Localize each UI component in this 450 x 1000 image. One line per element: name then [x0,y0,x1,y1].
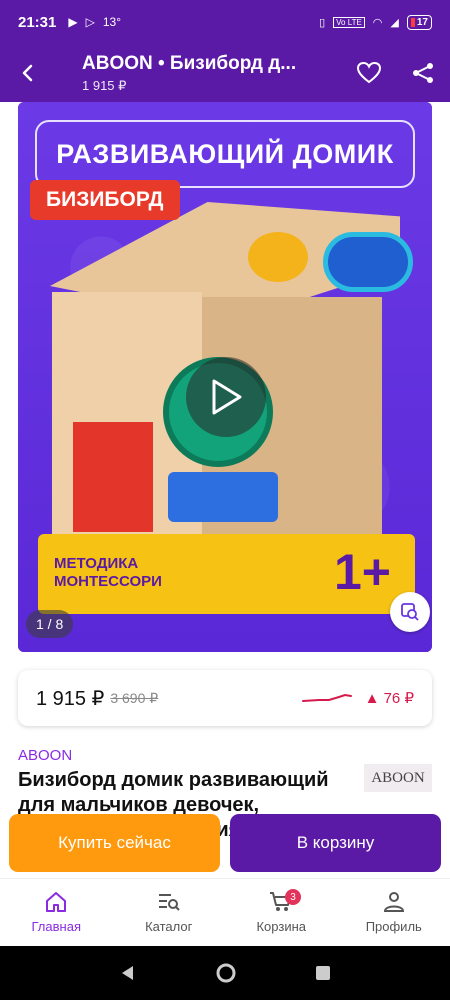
system-home-icon[interactable] [215,962,237,984]
title-block: ABOON • Бизиборд д... 1 915 ₽ [56,53,342,94]
price-card[interactable]: 1 915 ₽ 3 690 ₽ ▲ 76 ₽ [18,670,432,726]
back-arrow-icon [22,64,33,82]
image-search-icon [401,603,419,621]
battery-level: 17 [416,16,428,28]
old-price: 3 690 ₽ [110,689,159,706]
nav-label-catalog: Каталог [145,919,193,934]
wifi-icon: ◠ [372,16,383,29]
signal-icon: ◢ [390,16,399,29]
notification-icon: ▶ [68,15,78,29]
system-back-icon[interactable] [119,964,137,982]
add-to-cart-button[interactable]: В корзину [230,814,441,872]
favorite-button[interactable] [342,44,396,102]
battery-icon: 17 [406,14,432,30]
nav-label-profile: Профиль [365,919,422,934]
price-trend-sparkline [301,693,352,702]
status-right-icons: ▯ Vo LTE ◠ ◢ 17 [319,14,432,30]
status-bar: 21:31 ▶ ▷ 13° ▯ Vo LTE ◠ ◢ 17 [0,0,450,44]
method-line-1: МЕТОДИКА [54,555,139,572]
profile-icon [383,892,404,912]
nav-item-cart[interactable]: 3 Корзина [225,879,338,946]
hero-method-text: МЕТОДИКА МОНТЕССОРИ [54,555,162,591]
cart-badge: 3 [285,889,301,905]
seller-logo[interactable]: ABOON [364,764,432,792]
share-icon [413,63,433,83]
buy-now-button[interactable]: Купить сейчас [9,814,220,872]
back-button[interactable] [0,44,56,102]
hero-headline: РАЗВИВАЮЩИЙ ДОМИК [35,120,415,188]
method-line-2: МОНТЕССОРИ [54,573,162,590]
gallery-page-counter: 1 / 8 [26,610,74,638]
status-left-icons: ▶ ▷ 13° [68,15,121,29]
product-gallery[interactable]: РАЗВИВАЮЩИЙ ДОМИК БИЗИБОРД МЕТОДИКА МОНТ… [18,102,432,652]
play-notification-icon: ▷ [85,15,95,29]
tractor-decoration [168,472,278,522]
heart-icon [357,62,381,84]
app-screen: 21:31 ▶ ▷ 13° ▯ Vo LTE ◠ ◢ 17 ABOON • Би… [0,0,450,1000]
seller-link[interactable]: ABOON [18,747,72,764]
nav-label-home: Главная [31,919,81,934]
windmill-decoration [73,422,153,532]
status-temperature: 13° [102,15,121,29]
catalog-icon [158,894,180,911]
age-label: 1+ [334,544,392,600]
vibrate-icon: ▯ [319,16,326,29]
play-icon [212,379,242,415]
page-title: ABOON • Бизиборд д... [82,52,297,74]
home-icon [46,892,67,912]
cloud-decoration [323,232,413,292]
sun-gear-decoration [248,232,308,282]
bottom-navigation: Главная Каталог 3 Корзина Профиль [0,878,450,946]
nav-item-catalog[interactable]: Каталог [113,879,226,946]
app-bar: ABOON • Бизиборд д... 1 915 ₽ [0,44,450,102]
volte-icon: Vo LTE [333,16,365,28]
price-change: ▲ 76 ₽ [364,690,414,707]
page-subtitle-price: 1 915 ₽ [82,77,127,93]
status-time: 21:31 [18,13,57,31]
nav-label-cart: Корзина [256,919,307,934]
nav-item-home[interactable]: Главная [0,879,113,946]
visual-search-button[interactable] [390,592,430,632]
nav-item-profile[interactable]: Профиль [338,879,450,946]
current-price: 1 915 ₽ [36,687,105,710]
system-navigation-bar [0,946,450,1000]
share-button[interactable] [396,44,450,102]
hero-tag: БИЗИБОРД [30,180,180,220]
system-recents-icon[interactable] [315,965,331,981]
play-video-button[interactable] [186,357,266,437]
